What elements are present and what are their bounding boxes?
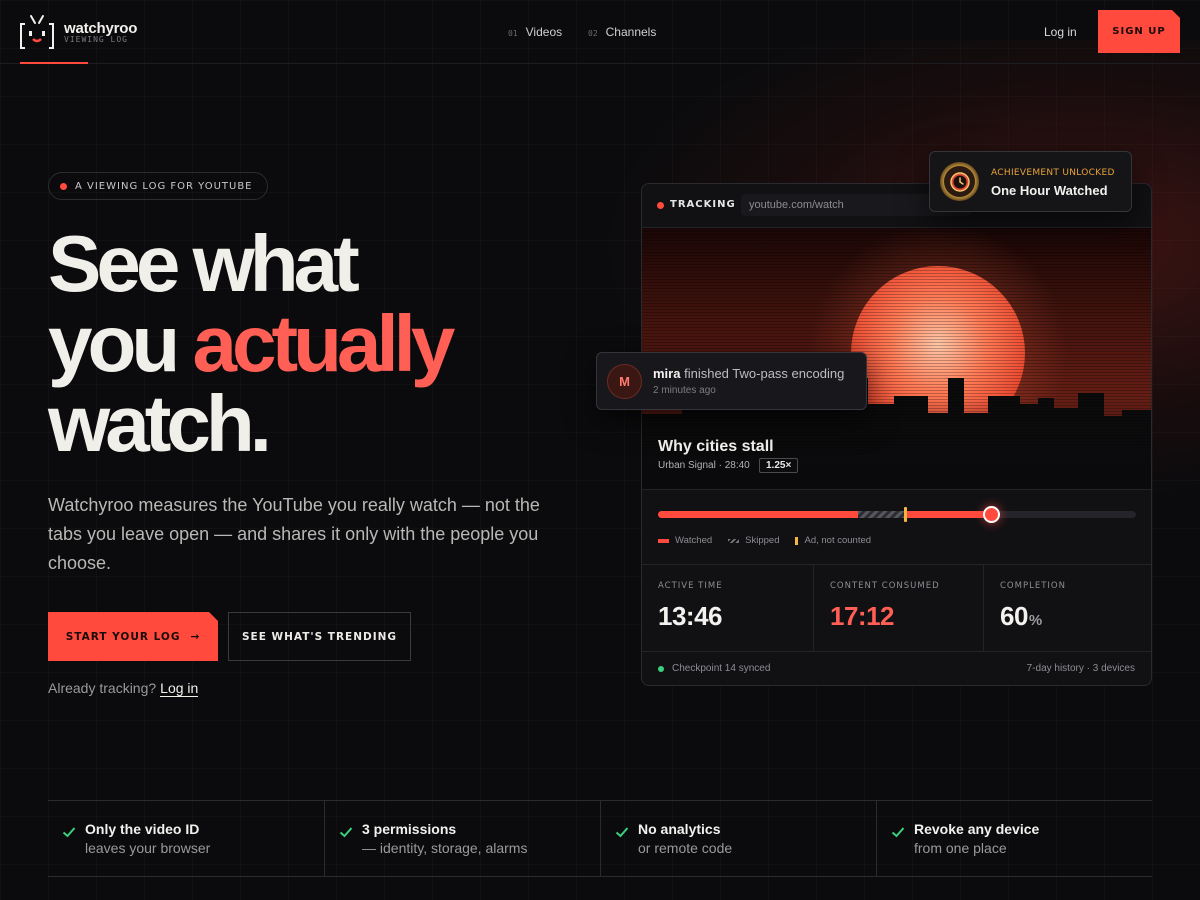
clock-medal-icon: [940, 162, 979, 201]
legend-swatch: [795, 536, 799, 545]
headline-line-2a: you: [48, 299, 193, 388]
stat-label: COMPLETION: [1000, 581, 1066, 591]
check-icon: [891, 827, 905, 838]
achievement-title: One Hour Watched: [991, 183, 1108, 198]
legend-swatch: [728, 538, 740, 543]
check-icon: [62, 827, 76, 838]
legend-skipped: Skipped: [728, 535, 779, 546]
video-title: Why cities stall: [658, 438, 774, 455]
stat-value: 60%: [1000, 601, 1042, 632]
stat-label: CONTENT CONSUMED: [830, 581, 940, 591]
arrow-right-icon: →: [190, 630, 201, 643]
toast-item: Two-pass encoding: [732, 366, 845, 381]
stat-number: 17:12: [830, 601, 895, 631]
legend-swatch: [658, 538, 669, 543]
feature-item: 3 permissions — identity, storage, alarm…: [324, 801, 600, 877]
tracking-status: TRACKING: [670, 199, 736, 210]
tv-face-icon[interactable]: [20, 14, 54, 50]
activity-toast[interactable]: M mira finished Two-pass encoding 2 minu…: [596, 352, 867, 410]
progress-watched-segment: [906, 511, 992, 518]
sync-status: Checkpoint 14 synced: [672, 663, 771, 674]
stat-number: 60: [1000, 601, 1028, 631]
feature-title: 3 permissions: [362, 821, 457, 837]
video-meta: Urban Signal · 28:40: [658, 460, 750, 471]
trending-button[interactable]: SEE WHAT'S TRENDING: [228, 612, 411, 661]
recording-dot: [657, 202, 664, 209]
nav-link-number: 01: [508, 29, 518, 38]
stat-active-time: ACTIVE TIME 13:46: [642, 565, 813, 652]
sync-status-dot: [658, 666, 664, 672]
stat-label: ACTIVE TIME: [658, 581, 723, 591]
legend-label: Skipped: [745, 535, 780, 546]
hero-headline: See what you actually watch.: [48, 224, 608, 464]
legend-label: Ad, not counted: [804, 535, 872, 546]
toast-timestamp: 2 minutes ago: [653, 385, 716, 396]
hero-eyebrow-pill: A VIEWING LOG FOR YOUTUBE: [48, 172, 268, 200]
login-link[interactable]: Log in: [1044, 25, 1077, 39]
feature-item: No analytics or remote code: [600, 801, 876, 877]
start-log-button[interactable]: START YOUR LOG →: [48, 612, 218, 661]
already-tracking-line: Already tracking? Log in: [48, 680, 199, 697]
legend-ad: Ad, not counted: [795, 535, 871, 546]
achievement-popup[interactable]: ACHIEVEMENT UNLOCKED One Hour Watched: [929, 151, 1132, 212]
feature-title: Revoke any device: [914, 821, 1040, 837]
signup-button[interactable]: SIGN UP: [1098, 10, 1180, 53]
already-tracking-text: Already tracking?: [48, 680, 157, 696]
feature-item: Only the video ID leaves your browser: [48, 801, 324, 877]
history-summary: 7-day history · 3 devices: [1026, 663, 1135, 674]
toast-user: mira: [653, 366, 681, 381]
feature-subtitle: — identity, storage, alarms: [362, 840, 528, 856]
watch-progress: Watched Skipped Ad, not counted: [642, 489, 1151, 565]
feature-subtitle: from one place: [914, 840, 1007, 856]
legend-label: Watched: [675, 535, 713, 546]
toast-action: finished: [684, 366, 729, 381]
top-nav: watchyroo VIEWING LOG 01 Videos 02 Channel…: [0, 0, 1200, 64]
hero-eyebrow-text: A VIEWING LOG FOR YOUTUBE: [75, 180, 253, 192]
progress-skipped-segment: [858, 511, 906, 518]
tracker-stats: ACTIVE TIME 13:46 CONTENT CONSUMED 17:12…: [642, 565, 1151, 652]
brand-tagline: VIEWING LOG: [64, 35, 128, 44]
check-icon: [615, 827, 629, 838]
tracker-footer: Checkpoint 14 synced 7-day history · 3 d…: [642, 652, 1151, 685]
feature-strip: Only the video ID leaves your browser 3 …: [48, 800, 1152, 877]
stat-content-consumed: CONTENT CONSUMED 17:12: [813, 565, 983, 652]
tracker-card: TRACKING youtube.com/watch Why cities st…: [641, 183, 1152, 686]
stat-unit: %: [1028, 612, 1042, 629]
start-log-label: START YOUR LOG: [65, 630, 181, 643]
playback-speed-badge[interactable]: 1.25×: [759, 458, 799, 473]
headline-line-1: See what: [48, 219, 360, 308]
feature-subtitle: or remote code: [638, 840, 733, 856]
feature-subtitle: leaves your browser: [85, 840, 211, 856]
ad-marker: [904, 507, 907, 522]
stat-completion: COMPLETION 60%: [983, 565, 1151, 652]
stat-value: 17:12: [830, 601, 895, 632]
feature-title: Only the video ID: [85, 821, 200, 837]
toast-message: mira finished Two-pass encoding: [653, 366, 844, 381]
nav-link-number: 02: [588, 29, 598, 38]
stat-number: 13:46: [658, 601, 723, 631]
progress-watched-segment: [658, 511, 858, 518]
achievement-kicker: ACHIEVEMENT UNLOCKED: [991, 168, 1115, 178]
headline-accent-word: actually: [192, 299, 455, 388]
already-login-link[interactable]: Log in: [160, 680, 199, 697]
nav-active-indicator: [20, 62, 88, 64]
nav-link-videos[interactable]: 01 Videos: [508, 25, 562, 39]
nav-link-label: Videos: [525, 25, 563, 39]
feature-item: Revoke any device from one place: [876, 801, 1152, 877]
stat-value: 13:46: [658, 601, 723, 632]
check-icon: [339, 827, 353, 838]
hero-description: Watchyroo measures the YouTube you reall…: [48, 495, 540, 573]
progress-legend: Watched Skipped Ad, not counted: [658, 535, 871, 546]
avatar: M: [607, 364, 642, 399]
feature-title: No analytics: [638, 821, 721, 837]
nav-link-channels[interactable]: 02 Channels: [588, 25, 656, 39]
headline-line-3: watch.: [48, 379, 272, 468]
status-dot: [60, 183, 67, 190]
progress-handle[interactable]: [983, 506, 1000, 523]
nav-link-label: Channels: [605, 25, 657, 39]
legend-watched: Watched: [658, 535, 712, 546]
